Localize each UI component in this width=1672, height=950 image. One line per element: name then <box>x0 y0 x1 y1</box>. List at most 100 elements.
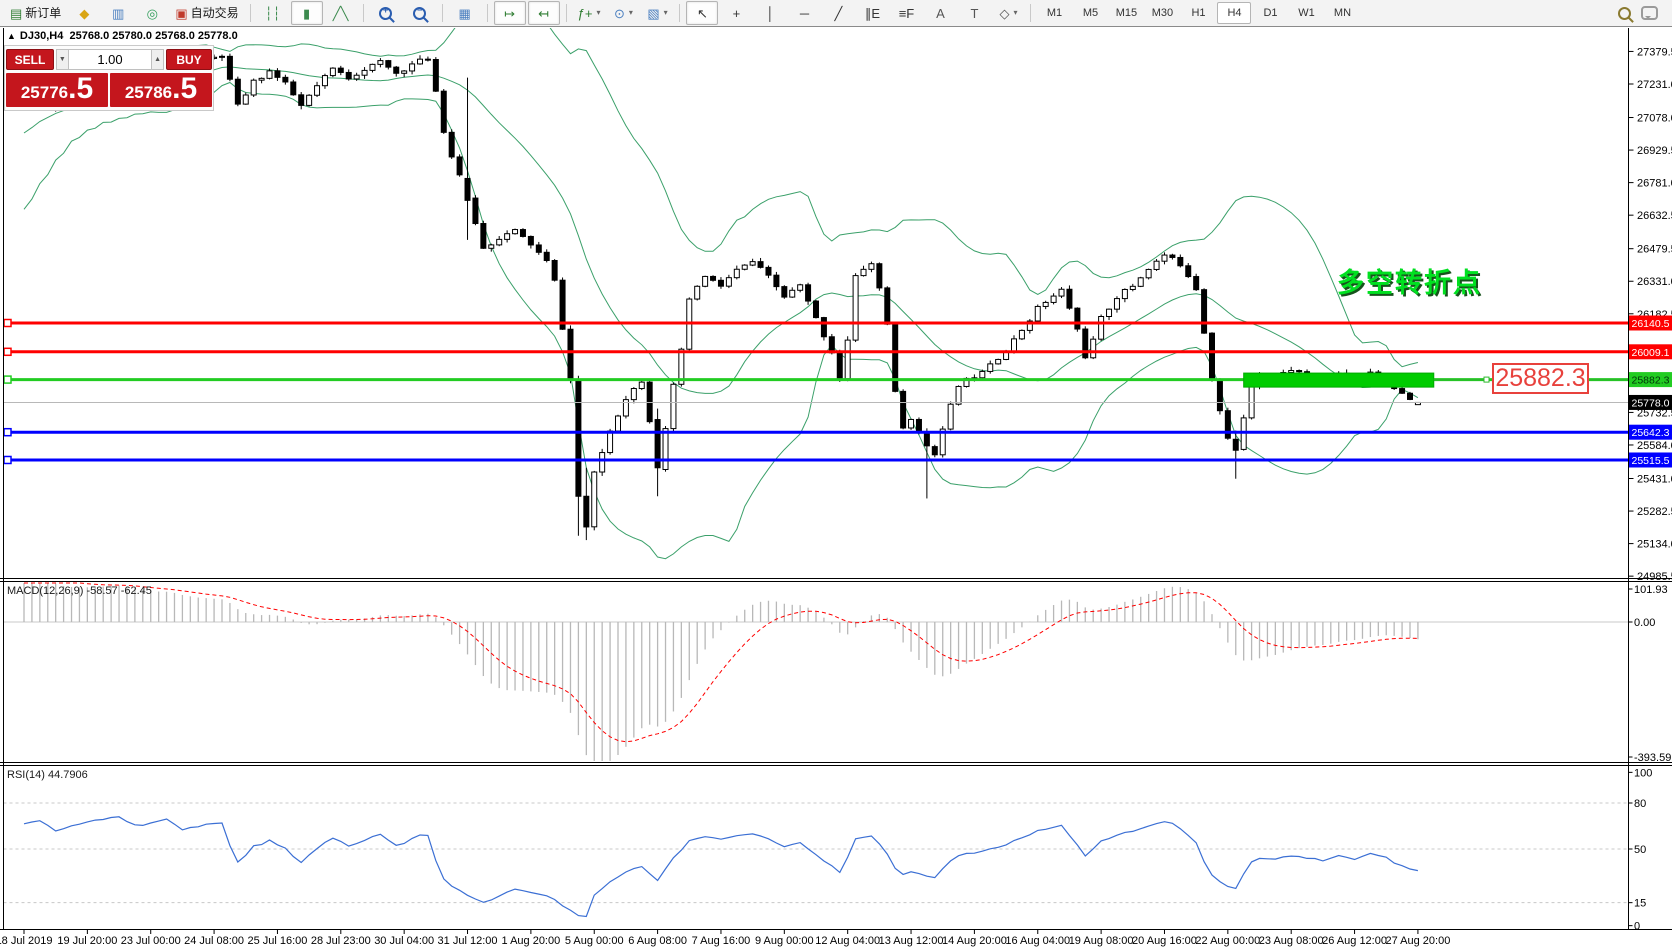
auto-scroll-button[interactable]: ↦ <box>494 1 526 25</box>
toolbar-separator <box>363 4 364 22</box>
auto-scroll-icon: ↦ <box>504 7 515 20</box>
fibonacci-retracement-button[interactable]: ≡F <box>890 1 922 25</box>
periods-icon: ⊙ <box>614 7 625 20</box>
add-indicator-button[interactable]: ƒ+▾ <box>573 1 606 25</box>
buy-price-display[interactable]: 25786 .5 <box>110 73 212 107</box>
timeframe-d1-button[interactable]: D1 <box>1253 2 1287 24</box>
price-tick-label: 25282.5 <box>1637 506 1672 518</box>
cursor-icon: ↖ <box>697 7 708 20</box>
timeframe-h4-button[interactable]: H4 <box>1217 2 1251 24</box>
toolbar-separator <box>679 4 680 22</box>
volume-increase-button[interactable]: ▲ <box>151 49 164 70</box>
crosshair-button[interactable]: + <box>720 1 752 25</box>
hline-handle[interactable] <box>4 429 11 436</box>
data-window-button[interactable]: ◆ <box>68 1 100 25</box>
highlight-zone-box[interactable] <box>1244 373 1434 387</box>
hline-handle[interactable] <box>4 456 11 463</box>
toolbar-separator <box>566 4 567 22</box>
rsi-axis-label: 15 <box>1634 898 1646 910</box>
chart-shift-button[interactable]: ↤ <box>528 1 560 25</box>
hline-handle[interactable] <box>4 348 11 355</box>
toolbar-separator <box>1030 4 1031 22</box>
add-indicator-dropdown-arrow[interactable]: ▾ <box>596 9 600 17</box>
zoom-in-button[interactable]: + <box>370 1 402 25</box>
chart-window[interactable]: 27379.527231.027078.026929.526781.026632… <box>0 27 1672 950</box>
periods-dropdown-arrow[interactable]: ▾ <box>629 9 633 17</box>
signals-button[interactable]: ◎ <box>136 1 168 25</box>
timeframe-m15-button[interactable]: M15 <box>1109 2 1143 24</box>
line-chart-button[interactable]: ╱╲ <box>325 1 357 25</box>
price-tick-label: 25584.0 <box>1637 440 1672 452</box>
timeframe-m30-button[interactable]: M30 <box>1145 2 1179 24</box>
price-tick-label: 25134.0 <box>1637 539 1672 551</box>
bar-chart-button[interactable]: ┆┆ <box>257 1 289 25</box>
trendline-button[interactable]: ╱ <box>822 1 854 25</box>
timeframe-mn-button[interactable]: MN <box>1325 2 1359 24</box>
macd-axis-label: 101.93 <box>1634 584 1668 596</box>
tile-windows-button[interactable]: ▦ <box>449 1 481 25</box>
algo-trading-button[interactable]: ▣自动交易 <box>170 1 243 25</box>
rsi-line <box>24 817 1418 917</box>
bollinger-middle-band <box>24 67 1418 394</box>
timeframe-w1-button[interactable]: W1 <box>1289 2 1323 24</box>
chat-icon[interactable] <box>1641 6 1658 20</box>
one-click-collapse-icon[interactable]: ▲ <box>7 31 16 41</box>
virtual-hosting-button[interactable]: ▥ <box>102 1 134 25</box>
new-order-button[interactable]: ▤新订单 <box>5 1 66 25</box>
sell-price-display[interactable]: 25776 .5 <box>6 73 108 107</box>
volume-input[interactable] <box>69 49 152 70</box>
text-button[interactable]: A <box>924 1 956 25</box>
price-callout-label[interactable]: 25882.3 <box>1492 363 1589 394</box>
timeframe-h1-button[interactable]: H1 <box>1181 2 1215 24</box>
main-toolbar: ▤新订单◆▥◎▣自动交易┆┆▮╱╲+−▦↦↤ƒ+▾⊙▾▧▾↖+│─╱∥E≡FAT… <box>0 0 1672 27</box>
time-axis[interactable]: 18 Jul 201919 Jul 20:0023 Jul 00:0024 Ju… <box>0 930 1450 948</box>
periods-button[interactable]: ⊙▾ <box>607 1 639 25</box>
sell-button[interactable]: SELL <box>6 49 54 70</box>
hline-handle[interactable] <box>4 376 11 383</box>
time-tick-label: 9 Aug 00:00 <box>755 935 814 947</box>
arrows-icon: ◇ <box>999 7 1009 20</box>
arrows-button[interactable]: ◇▾ <box>992 1 1024 25</box>
signals-icon: ◎ <box>147 7 158 20</box>
callout-connector-handle[interactable] <box>1484 377 1489 382</box>
chinese-annotation-text[interactable]: 多空转折点 <box>1337 261 1482 300</box>
horizontal-line-objects[interactable] <box>4 320 1629 464</box>
vertical-line-button[interactable]: │ <box>754 1 786 25</box>
price-tick-label: 26781.0 <box>1637 178 1672 190</box>
cursor-button[interactable]: ↖ <box>686 1 718 25</box>
time-tick-label: 12 Aug 04:00 <box>815 935 880 947</box>
time-tick-label: 23 Jul 00:00 <box>121 935 181 947</box>
candlestick-chart-button[interactable]: ▮ <box>291 1 323 25</box>
time-tick-label: 22 Aug 00:00 <box>1195 935 1260 947</box>
timeframe-m1-button[interactable]: M1 <box>1037 2 1071 24</box>
buy-button[interactable]: BUY <box>166 49 212 70</box>
text-label-button[interactable]: T <box>958 1 990 25</box>
templates-dropdown-arrow[interactable]: ▾ <box>664 9 668 17</box>
search-icon[interactable] <box>1618 7 1631 20</box>
price-tick-label: 27379.5 <box>1637 46 1672 58</box>
panel-borders <box>0 28 1672 930</box>
toolbar-separator <box>442 4 443 22</box>
arrows-dropdown-arrow[interactable]: ▾ <box>1013 9 1017 17</box>
candlestick-chart-icon: ▮ <box>303 7 310 20</box>
timeframe-m5-button[interactable]: M5 <box>1073 2 1107 24</box>
equidistant-channel-button[interactable]: ∥E <box>856 1 888 25</box>
text-icon: A <box>936 7 945 20</box>
fibonacci-retracement-icon: ≡F <box>899 7 915 20</box>
text-label-icon: T <box>970 7 978 20</box>
time-tick-label: 26 Aug 12:00 <box>1322 935 1387 947</box>
templates-button[interactable]: ▧▾ <box>641 1 673 25</box>
time-tick-label: 14 Aug 20:00 <box>942 935 1007 947</box>
rsi-indicator-label: RSI(14) 44.7906 <box>7 769 88 781</box>
horizontal-line-button[interactable]: ─ <box>788 1 820 25</box>
price-axis[interactable]: 27379.527231.027078.026929.526781.026632… <box>1629 46 1672 932</box>
time-tick-label: 16 Aug 04:00 <box>1005 935 1070 947</box>
hline-handle[interactable] <box>4 320 11 327</box>
bollinger-bands <box>24 27 1418 559</box>
zoom-out-icon: − <box>413 7 426 20</box>
volume-decrease-button[interactable]: ▼ <box>56 49 69 70</box>
zoom-in-icon: + <box>379 7 392 20</box>
price-tick-label: 26479.5 <box>1637 244 1672 256</box>
bollinger-lower-band <box>24 83 1418 559</box>
zoom-out-button[interactable]: − <box>404 1 436 25</box>
